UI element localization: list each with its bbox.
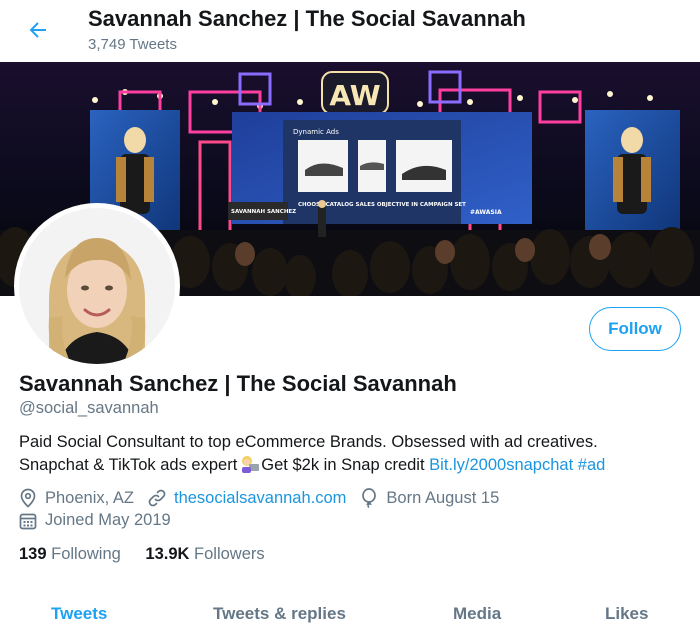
bio-link[interactable]: Bit.ly/2000snapchat (429, 456, 573, 474)
profile-header: Savannah Sanchez | The Social Savannah 3… (0, 0, 700, 62)
aw-logo: AW (321, 71, 389, 115)
avatar-photo (19, 208, 175, 364)
follow-stats: 139 Following 13.9K Followers (19, 545, 285, 564)
joined-text: Joined May 2019 (45, 511, 171, 529)
arrow-left-icon (29, 22, 46, 38)
profile-tabs: Tweets Tweets & replies Media Likes (0, 592, 700, 642)
following-count: 139 (19, 545, 47, 563)
tab-tweets[interactable]: Tweets (51, 604, 107, 624)
profile-bio: Paid Social Consultant to top eCommerce … (19, 431, 689, 477)
tweet-count: 3,749 Tweets (88, 36, 177, 53)
svg-text:AW: AW (329, 79, 380, 112)
location-text: Phoenix, AZ (45, 488, 134, 507)
svg-text:SAVANNAH SANCHEZ: SAVANNAH SANCHEZ (231, 209, 296, 215)
follow-button[interactable]: Follow (589, 307, 681, 351)
svg-text:#AWASIA: #AWASIA (470, 209, 502, 216)
website-link[interactable]: thesocialsavannah.com (174, 489, 346, 508)
link-icon (148, 489, 166, 507)
bio-text-b: Get $2k in Snap credit (261, 456, 425, 474)
bio-line-2: Snapchat & TikTok ads expert Get $2k in S… (19, 454, 689, 477)
joined: Joined May 2019 (19, 511, 171, 530)
tab-media[interactable]: Media (453, 604, 501, 624)
bio-hashtag[interactable]: #ad (578, 456, 606, 474)
following-stat[interactable]: 139 Following (19, 545, 121, 564)
tab-tweets-and-replies[interactable]: Tweets & replies (213, 604, 346, 624)
profile-name: Savannah Sanchez | The Social Savannah (19, 371, 457, 396)
location-pin-icon (20, 488, 36, 508)
following-label: Following (51, 545, 121, 563)
followers-count: 13.9K (145, 545, 190, 563)
followers-stat[interactable]: 13.9K Followers (145, 545, 264, 564)
profile-meta: Phoenix, AZ thesocialsavannah.com Born A… (19, 488, 513, 508)
svg-text:Dynamic Ads: Dynamic Ads (293, 128, 339, 136)
bio-text: Snapchat & TikTok ads expert (19, 456, 238, 474)
location: Phoenix, AZ (19, 488, 134, 508)
woman-technologist-emoji-icon (242, 456, 260, 473)
birthday-text: Born August 15 (386, 488, 500, 507)
profile-meta-2: Joined May 2019 (19, 511, 185, 530)
website[interactable]: thesocialsavannah.com (148, 489, 346, 508)
profile-handle: @social_savannah (19, 399, 159, 417)
avatar[interactable] (14, 203, 180, 369)
bio-line-1: Paid Social Consultant to top eCommerce … (19, 433, 598, 451)
back-button[interactable] (22, 14, 54, 46)
followers-label: Followers (194, 545, 265, 563)
birthday: Born August 15 (360, 488, 499, 508)
balloon-icon (362, 488, 377, 508)
calendar-icon (19, 513, 37, 529)
tab-likes[interactable]: Likes (605, 604, 648, 624)
header-title: Savannah Sanchez | The Social Savannah (88, 6, 526, 31)
